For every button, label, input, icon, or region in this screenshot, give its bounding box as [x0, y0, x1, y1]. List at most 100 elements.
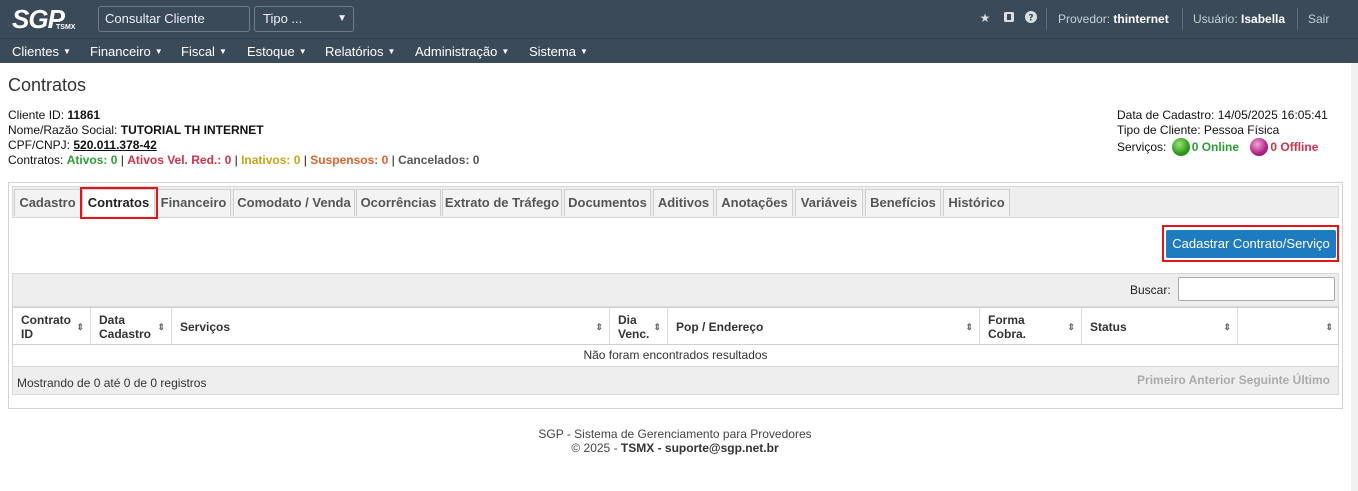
bookmark-icon[interactable]	[1002, 11, 1016, 25]
pager-prev[interactable]: Anterior	[1189, 373, 1236, 387]
menu-sistema[interactable]: Sistema ▼	[529, 44, 588, 59]
tab-documentos[interactable]: Documentos	[564, 189, 651, 216]
client-id-row: Cliente ID: 11861	[8, 108, 479, 123]
caret-down-icon: ▼	[501, 47, 510, 56]
menu-relatorios[interactable]: Relatórios ▼	[325, 44, 395, 59]
provedor-label: Provedor:	[1058, 12, 1111, 26]
col-contrato-id[interactable]: Contrato ID ⇕	[13, 308, 91, 344]
caret-down-icon: ▼	[387, 47, 396, 56]
menu-estoque[interactable]: Estoque ▼	[247, 44, 307, 59]
inativos-count: Inativos: 0	[241, 153, 301, 167]
usuario-info: Usuário: Isabella	[1193, 12, 1285, 26]
usuario-value: Isabella	[1241, 12, 1286, 26]
col-label: Cobra.	[988, 327, 1027, 341]
col-servicos[interactable]: Serviços ⇕	[172, 308, 610, 344]
usuario-label: Usuário:	[1193, 12, 1238, 26]
tab-anotacoes[interactable]: Anotações	[716, 189, 793, 216]
sort-icon: ⇕	[157, 322, 165, 332]
divider	[1297, 8, 1298, 30]
menu-label: Estoque	[247, 44, 295, 59]
page-title: Contratos	[8, 75, 87, 95]
servicos-label: Serviços:	[1117, 140, 1167, 154]
menu-fiscal[interactable]: Fiscal ▼	[181, 44, 227, 59]
page-footer: SGP - Sistema de Gerenciamento para Prov…	[0, 427, 1350, 455]
contratos-panel: Cadastro Contratos Financeiro Comodato /…	[8, 182, 1343, 409]
tab-financeiro[interactable]: Financeiro	[156, 189, 231, 216]
client-cpf-label: CPF/CNPJ:	[8, 138, 71, 152]
chevron-down-icon: ▼	[337, 13, 347, 24]
tab-cadastro[interactable]: Cadastro	[14, 189, 81, 216]
caret-down-icon: ▼	[218, 47, 227, 56]
menu-financeiro[interactable]: Financeiro ▼	[90, 44, 163, 59]
tab-comodato-venda[interactable]: Comodato / Venda	[233, 189, 355, 216]
col-label: Venc.	[618, 327, 650, 341]
top-navbar: SGP TSMX Consultar Cliente Tipo ... ▼ ★ …	[0, 0, 1358, 38]
table-footer: Mostrando de 0 até 0 de 0 registros Prim…	[12, 367, 1339, 395]
tab-beneficios[interactable]: Benefícios	[865, 189, 941, 216]
sair-link[interactable]: Sair	[1308, 12, 1329, 26]
col-data-cadastro[interactable]: Data Cadastro ⇕	[91, 308, 172, 344]
caret-down-icon: ▼	[579, 47, 588, 56]
footer-email[interactable]: suporte@sgp.net.br	[665, 441, 779, 455]
help-icon[interactable]: ?	[1024, 11, 1038, 25]
empty-table-message: Não foram encontrados resultados	[12, 345, 1339, 367]
client-cpf-link[interactable]: 520.011.378-42	[73, 138, 156, 152]
separator: |	[303, 153, 307, 167]
col-forma-cobra[interactable]: Forma Cobra. ⇕	[980, 308, 1082, 344]
pagination: Primeiro Anterior Seguinte Último	[1137, 373, 1330, 387]
consultar-cliente-input[interactable]: Consultar Cliente	[98, 6, 250, 32]
client-name-value: TUTORIAL TH INTERNET	[120, 123, 264, 137]
offline-count: 0 Offline	[1270, 140, 1319, 154]
provedor-value: thinternet	[1113, 12, 1169, 26]
provedor-info: Provedor: thinternet	[1058, 12, 1169, 26]
sort-icon: ⇕	[76, 322, 84, 332]
sgp-logo[interactable]: SGP TSMX	[12, 5, 84, 33]
pager-next[interactable]: Seguinte	[1239, 373, 1290, 387]
col-label: Data	[99, 313, 126, 327]
caret-down-icon: ▼	[154, 47, 163, 56]
col-pop-endereco[interactable]: Pop / Endereço ⇕	[668, 308, 980, 344]
tab-extrato-trafego[interactable]: Extrato de Tráfego	[442, 189, 562, 216]
menu-label: Administração	[415, 44, 498, 59]
col-actions[interactable]: ⇕	[1238, 308, 1339, 344]
tab-variaveis[interactable]: Variáveis	[795, 189, 863, 216]
menu-administracao[interactable]: Administração ▼	[415, 44, 509, 59]
separator: |	[234, 153, 238, 167]
star-icon[interactable]: ★	[978, 11, 992, 25]
table-header: Contrato ID ⇕ Data Cadastro ⇕ Serviços ⇕ Dia V…	[12, 307, 1339, 345]
client-info-right: Data de Cadastro: 14/05/2025 16:05:41 Ti…	[1117, 108, 1328, 156]
menu-label: Relatórios	[325, 44, 384, 59]
buscar-input[interactable]	[1178, 277, 1335, 301]
client-info: Cliente ID: 11861 Nome/Razão Social: TUT…	[8, 108, 479, 168]
records-info: Mostrando de 0 até 0 de 0 registros	[17, 376, 207, 390]
servicos-row: Serviços: 0 Online 0 Offline	[1117, 138, 1328, 156]
footer-line2: © 2025 - TSMX - suporte@sgp.net.br	[0, 441, 1350, 455]
pager-last[interactable]: Último	[1293, 373, 1330, 387]
col-status[interactable]: Status ⇕	[1082, 308, 1238, 344]
offline-status-icon	[1250, 138, 1269, 156]
client-id-label: Cliente ID:	[8, 108, 65, 122]
tipo-select[interactable]: Tipo ... ▼	[254, 6, 354, 32]
tab-ocorrencias[interactable]: Ocorrências	[356, 189, 441, 216]
footer-sep: -	[654, 441, 665, 455]
tipo-cliente: Tipo de Cliente: Pessoa Física	[1117, 123, 1280, 137]
svg-text:?: ?	[1028, 14, 1033, 24]
sort-icon: ⇕	[1067, 322, 1075, 332]
col-label: Contrato	[21, 313, 71, 327]
menu-label: Financeiro	[90, 44, 151, 59]
tab-historico[interactable]: Histórico	[943, 189, 1010, 216]
menu-label: Fiscal	[181, 44, 215, 59]
online-count: 0 Online	[1191, 140, 1240, 154]
client-cpf-row: CPF/CNPJ: 520.011.378-42	[8, 138, 479, 153]
pager-first[interactable]: Primeiro	[1137, 373, 1186, 387]
buscar-label: Buscar:	[1130, 283, 1171, 297]
footer-copyright: © 2025 -	[571, 441, 621, 455]
client-id-value: 11861	[67, 108, 101, 122]
menu-clientes[interactable]: Clientes ▼	[12, 44, 71, 59]
page-scrollbar[interactable]	[1351, 63, 1358, 491]
tab-aditivos[interactable]: Aditivos	[653, 189, 714, 216]
col-label: Serviços	[180, 320, 231, 334]
sort-icon: ⇕	[595, 322, 603, 332]
col-dia-venc[interactable]: Dia Venc. ⇕	[610, 308, 668, 344]
data-cadastro: Data de Cadastro: 14/05/2025 16:05:41	[1117, 108, 1328, 122]
